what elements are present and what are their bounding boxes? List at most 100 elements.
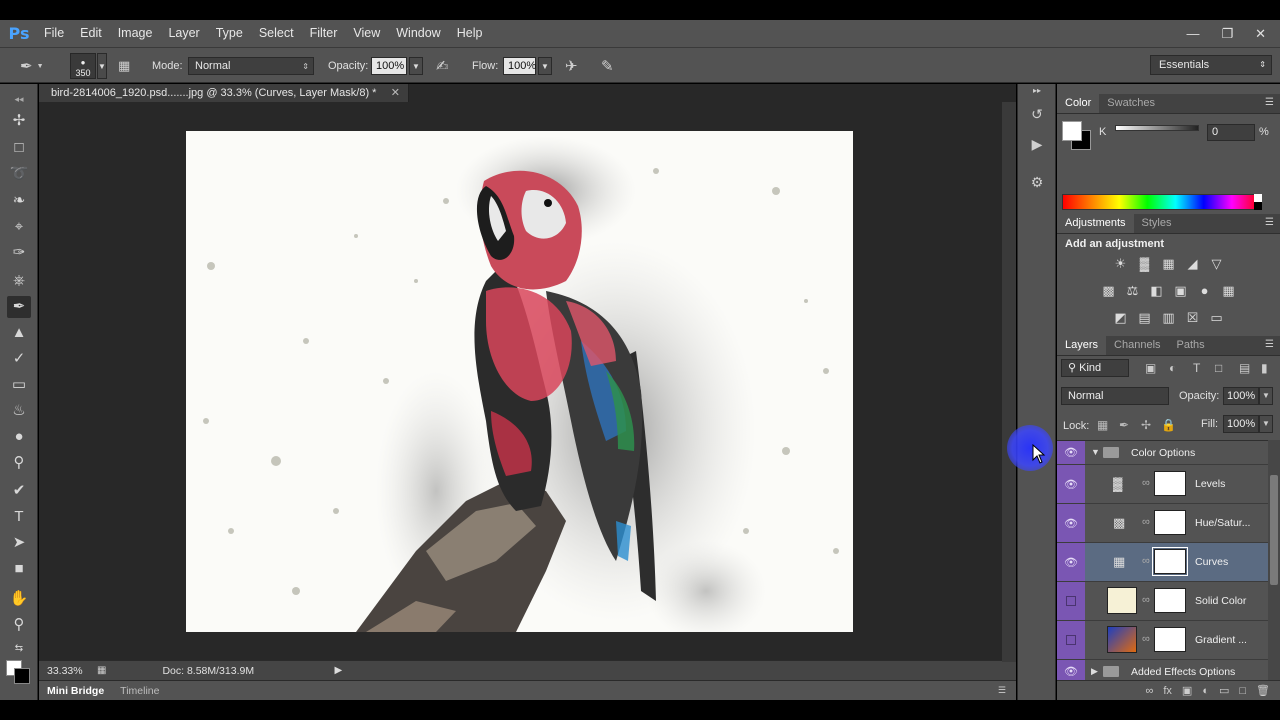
marquee-tool-icon[interactable]: □ bbox=[7, 137, 31, 159]
brush-size-dropdown[interactable]: ▼ bbox=[97, 53, 107, 79]
layer-mask-thumbnail[interactable] bbox=[1152, 547, 1188, 576]
crop-tool-icon[interactable]: ⌖ bbox=[7, 216, 31, 238]
swap-colors-icon[interactable]: ⇆ bbox=[7, 638, 31, 660]
quick-selection-tool-icon[interactable]: ❧ bbox=[7, 190, 31, 212]
pressure-opacity-icon[interactable]: ✍ bbox=[436, 48, 449, 84]
airbrush-icon[interactable]: ✈ bbox=[565, 48, 578, 84]
brush-tool-preset-icon[interactable]: ✒ ▼ bbox=[20, 48, 44, 84]
new-group-icon[interactable]: ▭ bbox=[1219, 684, 1229, 697]
levels-icon[interactable]: ▓ bbox=[1136, 255, 1154, 273]
tab-swatches[interactable]: Swatches bbox=[1099, 93, 1163, 113]
type-tool-icon[interactable]: T bbox=[7, 506, 31, 528]
workspace-switcher[interactable]: Essentials ⇕ bbox=[1150, 55, 1272, 75]
tab-adjustments[interactable]: Adjustments bbox=[1057, 213, 1134, 233]
visibility-eye-icon[interactable]: 👁 bbox=[1057, 660, 1085, 680]
layer-mask-thumbnail[interactable] bbox=[1154, 588, 1186, 613]
image-canvas[interactable] bbox=[186, 131, 853, 632]
invert-icon[interactable]: ◩ bbox=[1112, 309, 1130, 327]
dodge-tool-icon[interactable]: ⚲ bbox=[7, 452, 31, 474]
tab-layers[interactable]: Layers bbox=[1057, 335, 1107, 355]
collapse-toolbar-icon[interactable]: ◂◂ bbox=[7, 88, 31, 110]
properties-panel-icon[interactable]: ⚙ bbox=[1027, 174, 1047, 194]
tab-mini-bridge[interactable]: Mini Bridge bbox=[39, 685, 112, 697]
selective-color-icon[interactable]: ☒ bbox=[1184, 309, 1202, 327]
visibility-eye-icon[interactable]: 👁 bbox=[1057, 441, 1085, 464]
layer-mask-thumbnail[interactable] bbox=[1154, 510, 1186, 535]
visibility-eye-icon[interactable]: 👁 bbox=[1057, 504, 1085, 542]
menu-type[interactable]: Type bbox=[208, 20, 251, 47]
channel-k-input[interactable]: 0 bbox=[1207, 124, 1255, 141]
document-tab[interactable]: bird-2814006_1920.psd.......jpg @ 33.3% … bbox=[39, 84, 409, 102]
paint-bucket-tool-icon[interactable]: ♨ bbox=[7, 400, 31, 422]
history-panel-icon[interactable]: ↺ bbox=[1027, 106, 1047, 126]
link-chain-icon[interactable]: ∞ bbox=[1142, 555, 1150, 567]
threshold-icon[interactable]: ▥ bbox=[1160, 309, 1178, 327]
pen-tool-icon[interactable]: ✔ bbox=[7, 480, 31, 502]
lock-all-icon[interactable]: 🔒 bbox=[1161, 418, 1176, 432]
brightness-contrast-icon[interactable]: ☀ bbox=[1112, 255, 1130, 273]
filter-type-icon[interactable]: T bbox=[1193, 361, 1200, 375]
link-chain-icon[interactable]: ∞ bbox=[1142, 516, 1150, 528]
photo-filter-icon[interactable]: ▣ bbox=[1172, 282, 1190, 300]
vibrance-icon[interactable]: ▽ bbox=[1208, 255, 1226, 273]
eyedropper-tool-icon[interactable]: ✑ bbox=[7, 242, 31, 264]
blur-tool-icon[interactable]: ● bbox=[7, 426, 31, 448]
gradient-map-icon[interactable]: ▭ bbox=[1208, 309, 1226, 327]
layer-opacity-input[interactable]: 100% bbox=[1223, 387, 1259, 405]
menu-file[interactable]: File bbox=[36, 20, 72, 47]
proof-icon[interactable]: ▦ bbox=[97, 665, 106, 676]
layer-opacity-arrow[interactable]: ▼ bbox=[1259, 387, 1273, 405]
visibility-toggle[interactable] bbox=[1057, 621, 1085, 659]
posterize-icon[interactable]: ▤ bbox=[1136, 309, 1154, 327]
lasso-tool-icon[interactable]: ➰ bbox=[7, 163, 31, 185]
link-chain-icon[interactable]: ∞ bbox=[1142, 633, 1150, 645]
visibility-toggle[interactable] bbox=[1057, 582, 1085, 620]
hue-saturation-icon[interactable]: ▩ bbox=[1100, 282, 1118, 300]
curves-icon[interactable]: ▦ bbox=[1160, 255, 1178, 273]
vertical-scrollbar[interactable] bbox=[1002, 102, 1016, 662]
layer-group-added-effects[interactable]: 👁 ▶ Added Effects Options bbox=[1057, 660, 1268, 680]
filter-shape-icon[interactable]: □ bbox=[1215, 361, 1222, 375]
mode-dropdown[interactable]: Normal ⇕ bbox=[188, 57, 314, 75]
layer-curves[interactable]: 👁 ▦ ∞ Curves bbox=[1057, 543, 1268, 582]
menu-image[interactable]: Image bbox=[110, 20, 161, 47]
layer-levels[interactable]: 👁 ▓ ∞ Levels bbox=[1057, 465, 1268, 504]
filter-smart-object-icon[interactable]: ▤ bbox=[1239, 361, 1250, 375]
adjustments-panel-menu-icon[interactable]: ☰ bbox=[1265, 217, 1274, 228]
color-lookup-icon[interactable]: ▦ bbox=[1220, 282, 1238, 300]
filter-kind-dropdown[interactable]: ⚲ Kind bbox=[1061, 359, 1129, 377]
fill-arrow[interactable]: ▼ bbox=[1259, 415, 1273, 433]
minimize-icon[interactable]: — bbox=[1186, 26, 1199, 41]
filter-toggle-icon[interactable]: ▮ bbox=[1261, 361, 1268, 375]
flow-slider-toggle[interactable]: ▼ bbox=[538, 57, 552, 75]
group-expand-icon[interactable]: ▼ bbox=[1091, 447, 1100, 457]
eraser-tool-icon[interactable]: ▭ bbox=[7, 374, 31, 396]
brush-tool-icon[interactable]: ✒ bbox=[7, 296, 31, 318]
panel-menu-icon[interactable]: ☰ bbox=[998, 685, 1006, 696]
menu-select[interactable]: Select bbox=[251, 20, 302, 47]
layer-mask-thumbnail[interactable] bbox=[1154, 627, 1186, 652]
menu-layer[interactable]: Layer bbox=[160, 20, 207, 47]
tab-timeline[interactable]: Timeline bbox=[112, 685, 167, 697]
visibility-eye-icon[interactable]: 👁 bbox=[1057, 465, 1085, 503]
fill-input[interactable]: 100% bbox=[1223, 415, 1259, 433]
opacity-input[interactable]: 100% bbox=[371, 57, 407, 75]
new-layer-icon[interactable]: □ bbox=[1239, 685, 1246, 697]
link-chain-icon[interactable]: ∞ bbox=[1142, 477, 1150, 489]
lock-image-icon[interactable]: ✒ bbox=[1119, 418, 1129, 432]
flow-input[interactable]: 100% bbox=[503, 57, 536, 75]
layer-solid-color[interactable]: ∞ Solid Color bbox=[1057, 582, 1268, 621]
menu-filter[interactable]: Filter bbox=[302, 20, 346, 47]
exposure-icon[interactable]: ◢ bbox=[1184, 255, 1202, 273]
menu-help[interactable]: Help bbox=[449, 20, 491, 47]
menu-view[interactable]: View bbox=[345, 20, 388, 47]
move-tool-icon[interactable]: ✢ bbox=[7, 110, 31, 132]
tab-color[interactable]: Color bbox=[1057, 93, 1100, 113]
close-icon[interactable]: ✕ bbox=[1255, 26, 1266, 42]
clone-stamp-tool-icon[interactable]: ▲ bbox=[7, 322, 31, 344]
black-white-picker[interactable] bbox=[1254, 194, 1262, 210]
channel-k-slider[interactable] bbox=[1115, 125, 1199, 131]
menu-window[interactable]: Window bbox=[388, 20, 448, 47]
panel-foreground-color[interactable] bbox=[1062, 121, 1082, 141]
healing-brush-tool-icon[interactable]: ⎈ bbox=[7, 270, 31, 292]
